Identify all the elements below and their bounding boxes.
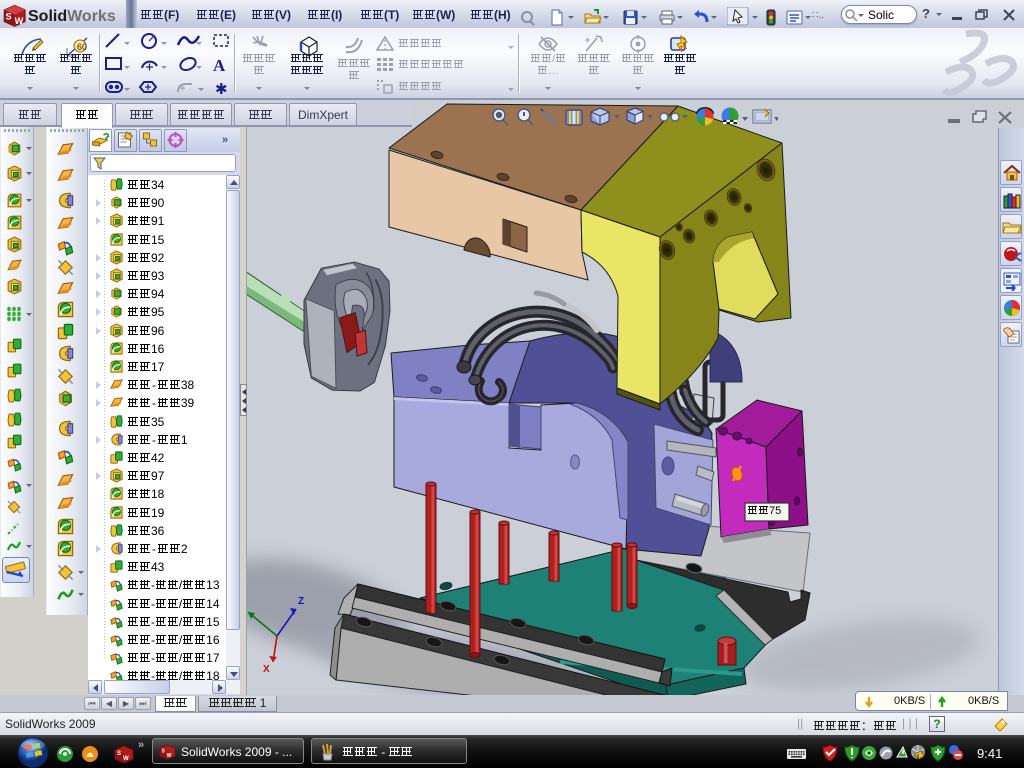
svg-text:Z: Z (298, 596, 304, 607)
svg-text:+: + (585, 35, 590, 45)
svg-text:A: A (213, 56, 226, 75)
svg-text:✱: ✱ (215, 81, 228, 97)
svg-text:!: ! (917, 754, 919, 761)
svg-text:W: W (123, 756, 129, 762)
svg-text:W: W (167, 753, 172, 759)
svg-text:60: 60 (77, 42, 87, 52)
svg-text:S: S (162, 749, 166, 755)
svg-text:S: S (117, 751, 121, 757)
svg-text:X: X (263, 664, 270, 675)
